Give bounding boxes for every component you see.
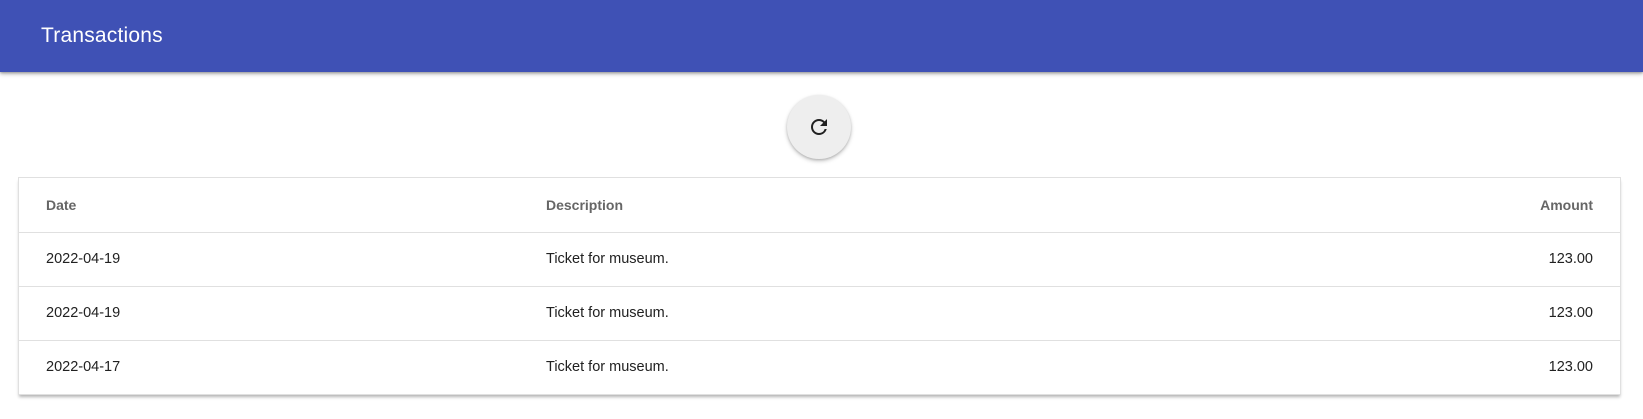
table-row[interactable]: 2022-04-17 Ticket for museum. 123.00 bbox=[19, 340, 1620, 394]
refresh-button[interactable] bbox=[787, 95, 851, 159]
cell-description: Ticket for museum. bbox=[546, 286, 1320, 341]
table-header-row: Date Description Amount bbox=[19, 178, 1620, 233]
column-header-date[interactable]: Date bbox=[19, 178, 546, 233]
transactions-table-card: Date Description Amount 2022-04-19 Ticke… bbox=[18, 177, 1621, 395]
cell-description: Ticket for museum. bbox=[546, 232, 1320, 287]
transactions-table: Date Description Amount 2022-04-19 Ticke… bbox=[19, 178, 1620, 394]
cell-date: 2022-04-17 bbox=[46, 359, 121, 376]
page-title: Transactions bbox=[41, 24, 163, 47]
cell-amount: 123.00 bbox=[1548, 359, 1593, 376]
cell-description: Ticket for museum. bbox=[546, 359, 669, 376]
cell-date: 2022-04-19 bbox=[19, 232, 546, 287]
column-header-description[interactable]: Description bbox=[546, 178, 1320, 233]
cell-date: 2022-04-19 bbox=[19, 286, 546, 341]
app-bar: Transactions bbox=[0, 0, 1643, 72]
cell-amount: 123.00 bbox=[1320, 232, 1620, 287]
table-row[interactable]: 2022-04-19 Ticket for museum. 123.00 bbox=[19, 232, 1620, 287]
cell-amount: 123.00 bbox=[1320, 286, 1620, 341]
refresh-icon bbox=[807, 115, 831, 139]
table-row[interactable]: 2022-04-19 Ticket for museum. 123.00 bbox=[19, 286, 1620, 341]
column-header-amount[interactable]: Amount bbox=[1320, 178, 1620, 233]
